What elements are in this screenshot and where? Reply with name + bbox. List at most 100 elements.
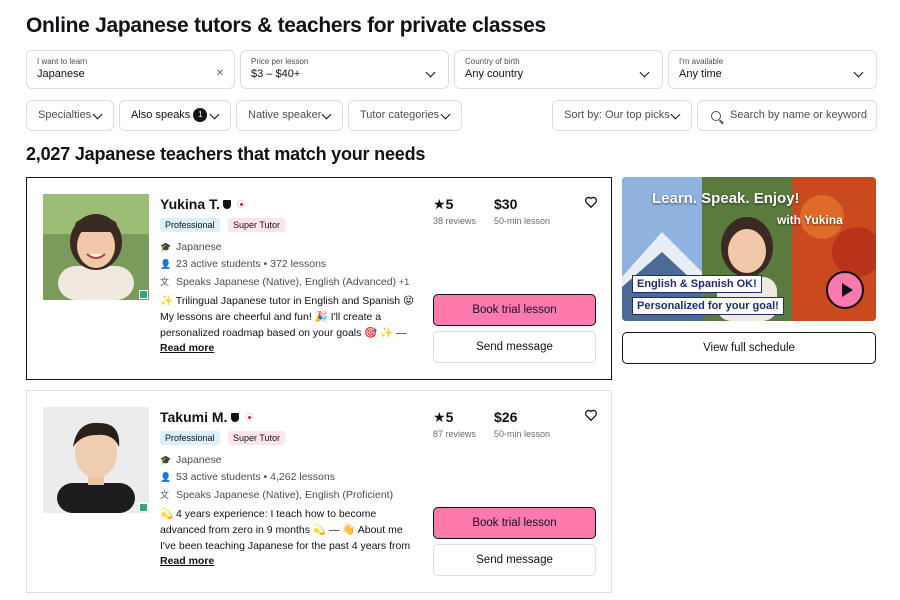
lesson-duration: 50-min lesson [494, 216, 551, 226]
translate-icon: 文 [160, 490, 170, 500]
chevron-down-icon [92, 109, 103, 120]
review-count: 38 reviews [433, 216, 477, 226]
availability-filter-label: I'm available [679, 57, 724, 66]
send-message-button[interactable]: Send message [433, 331, 596, 363]
book-trial-lesson-button[interactable]: Book trial lesson [433, 294, 596, 326]
tutor-name[interactable]: Yukina T. [160, 196, 220, 212]
tutor-photo[interactable] [43, 407, 149, 513]
video-banner: English & Spanish OK! [632, 275, 762, 293]
price-filter-value: $3 – $40+ [251, 68, 301, 80]
tutor-subject: 🎓 Japanese [160, 241, 222, 253]
tutor-description: 💫 4 years experience: I teach how to bec… [160, 506, 424, 554]
tutor-stats-text: 23 active students • 372 lessons [176, 258, 327, 270]
country-filter[interactable]: Country of birth Any country [454, 50, 663, 89]
chevron-down-icon [670, 109, 681, 120]
chevron-down-icon [209, 109, 220, 120]
verified-icon [231, 413, 239, 422]
native-speaker-label: Native speaker [248, 109, 322, 121]
search-placeholder: Search by name or keyword [730, 109, 867, 121]
tutor-languages-text: Speaks Japanese (Native), English (Advan… [176, 276, 397, 288]
search-input[interactable]: Search by name or keyword [697, 100, 877, 131]
tutor-categories-label: Tutor categories [360, 109, 440, 121]
star-icon: ★ [433, 409, 446, 425]
tutor-stats-text: 53 active students • 4,262 lessons [176, 471, 335, 483]
japan-flag-icon [237, 200, 245, 208]
japan-flag-icon [245, 413, 253, 421]
also-speaks-label: Also speaks [131, 109, 191, 121]
video-headline: Learn. Speak. Enjoy! [652, 190, 800, 207]
more-languages-count[interactable]: +1 [399, 277, 409, 287]
tutor-languages: 文 Speaks Japanese (Native), English (Adva… [160, 275, 409, 288]
tutor-languages: 文 Speaks Japanese (Native), English (Prof… [160, 488, 393, 501]
heart-icon[interactable] [584, 195, 598, 209]
tutor-stats: 👤 53 active students • 4,262 lessons [160, 471, 335, 483]
professional-badge: Professional [160, 218, 220, 232]
tutor-subject-text: Japanese [176, 241, 222, 253]
video-subheadline: with Yukina [777, 213, 843, 227]
price-filter[interactable]: Price per lesson $3 – $40+ [240, 50, 449, 89]
lesson-price: $30 [494, 196, 518, 212]
online-status-indicator [139, 503, 148, 512]
tutor-description-line: My lessons are cheerful and fun! 🎉 I'll … [160, 311, 382, 323]
send-message-button[interactable]: Send message [433, 544, 596, 576]
tutor-intro-video[interactable]: Learn. Speak. Enjoy! with Yukina English… [622, 177, 876, 321]
review-count: 87 reviews [433, 429, 477, 439]
tutor-description-line: advanced from zero in 9 months 💫 — 👋 Abo… [160, 524, 403, 536]
book-trial-lesson-button[interactable]: Book trial lesson [433, 507, 596, 539]
tutor-name[interactable]: Takumi M. [160, 409, 227, 425]
price-filter-label: Price per lesson [251, 57, 309, 66]
country-filter-label: Country of birth [465, 57, 520, 66]
native-speaker-filter[interactable]: Native speaker [236, 100, 343, 131]
also-speaks-count: 1 [193, 108, 208, 122]
user-icon: 👤 [160, 472, 172, 482]
heart-icon[interactable] [584, 408, 598, 422]
learn-filter[interactable]: I want to learn Japanese ✕ [26, 50, 235, 89]
tutor-subject-text: Japanese [176, 454, 222, 466]
read-more-link[interactable]: Read more [160, 342, 214, 354]
tutor-rating-value: 5 [445, 196, 454, 212]
lesson-price: $26 [494, 409, 518, 425]
online-status-indicator [139, 290, 148, 299]
tutor-card[interactable]: Yukina T. Professional Super Tutor 🎓 Japa… [26, 177, 612, 380]
country-filter-value: Any country [465, 68, 524, 80]
sort-dropdown[interactable]: Sort by: Our top picks [552, 100, 692, 131]
professional-badge: Professional [160, 431, 220, 445]
specialties-filter[interactable]: Specialties [26, 100, 114, 131]
also-speaks-filter[interactable]: Also speaks 1 [119, 100, 231, 131]
tutor-photo[interactable] [43, 194, 149, 300]
tutor-card[interactable]: Takumi M. Professional Super Tutor 🎓 Japa… [26, 390, 612, 593]
search-icon [711, 111, 721, 121]
tutor-languages-text: Speaks Japanese (Native), English (Profi… [176, 489, 394, 501]
tutor-description-line: personalized roadmap based on your goals… [160, 327, 407, 339]
specialties-label: Specialties [38, 109, 92, 121]
tutor-description-line: 💫 4 years experience: I teach how to bec… [160, 508, 377, 520]
super-tutor-badge: Super Tutor [228, 218, 286, 232]
star-icon: ★ [433, 196, 446, 212]
results-heading: 2,027 Japanese teachers that match your … [26, 144, 426, 164]
tutor-rating: ★5 [433, 196, 453, 213]
user-icon: 👤 [160, 259, 172, 269]
tutor-subject: 🎓 Japanese [160, 454, 222, 466]
chevron-down-icon [321, 109, 332, 120]
view-full-schedule-button[interactable]: View full schedule [622, 332, 876, 364]
learn-filter-value: Japanese [37, 68, 85, 80]
tutor-description-line: I've been teaching Japanese for the past… [160, 540, 411, 552]
tutor-description: ✨ Trilingual Japanese tutor in English a… [160, 293, 424, 341]
chevron-down-icon [440, 109, 451, 120]
tutor-categories-filter[interactable]: Tutor categories [348, 100, 462, 131]
translate-icon: 文 [160, 277, 170, 287]
graduation-cap-icon: 🎓 [160, 455, 172, 465]
page-title: Online Japanese tutors & teachers for pr… [26, 14, 546, 37]
read-more-link[interactable]: Read more [160, 555, 214, 567]
clear-icon[interactable]: ✕ [216, 68, 224, 79]
lesson-duration: 50-min lesson [494, 429, 551, 439]
tutor-rating-value: 5 [445, 409, 454, 425]
video-banner: Personalized for your goal! [632, 297, 784, 315]
sort-label: Sort by: Our top picks [564, 109, 670, 121]
graduation-cap-icon: 🎓 [160, 242, 172, 252]
play-icon[interactable] [826, 271, 864, 309]
tutor-description-line: ✨ Trilingual Japanese tutor in English a… [160, 295, 414, 307]
availability-filter[interactable]: I'm available Any time [668, 50, 877, 89]
super-tutor-badge: Super Tutor [228, 431, 286, 445]
tutor-stats: 👤 23 active students • 372 lessons [160, 258, 326, 270]
